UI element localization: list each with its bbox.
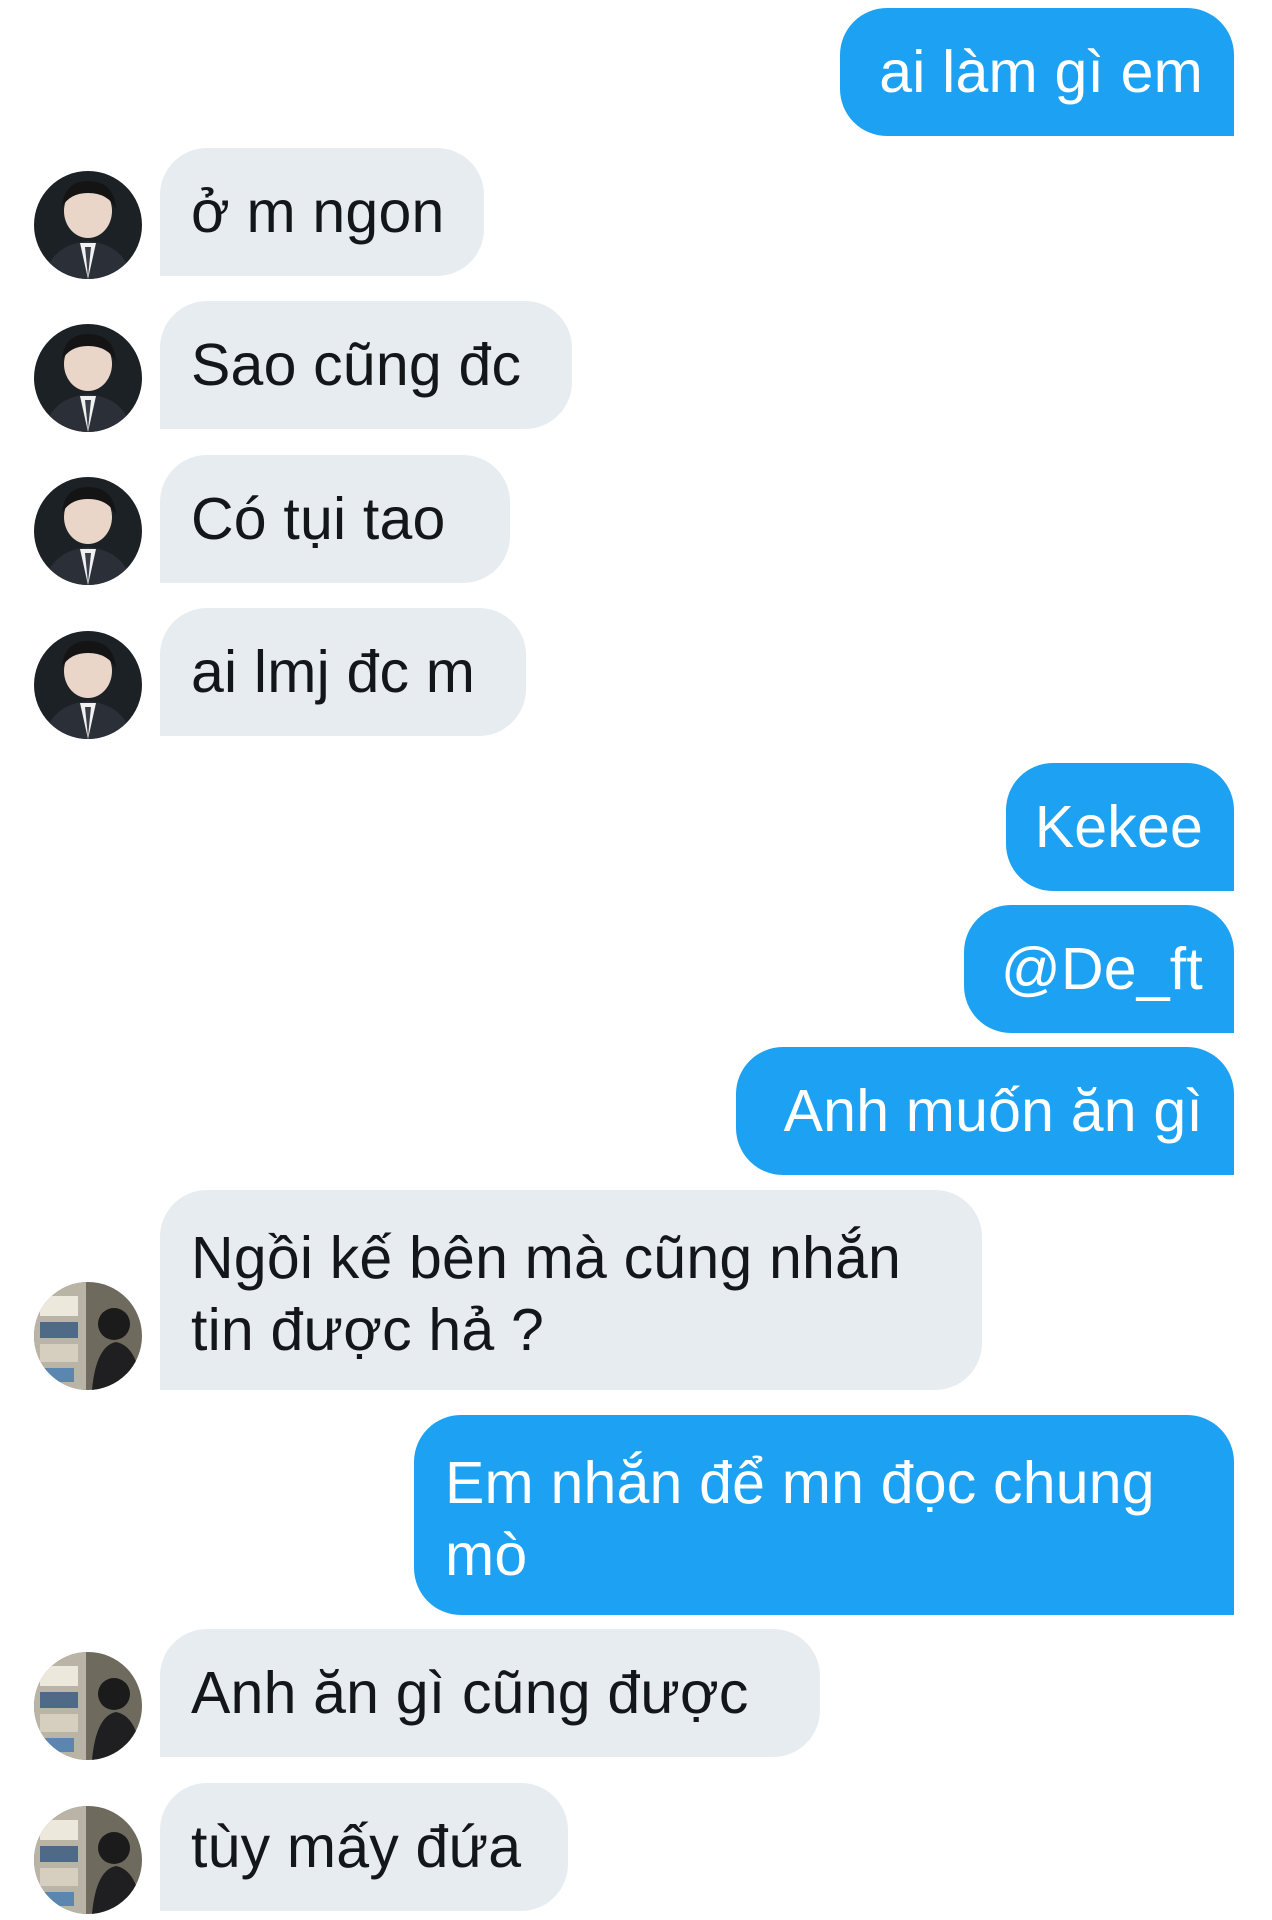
sent-message-bubble[interactable]: Em nhắn để mn đọc chung mò: [414, 1415, 1234, 1615]
sent-message-bubble[interactable]: ai làm gì em: [840, 8, 1234, 136]
message-text: Em nhắn để mn đọc chung mò: [445, 1447, 1155, 1591]
user-a-avatar[interactable]: [34, 631, 142, 739]
message-text: ai lmj đc m: [191, 639, 476, 705]
user-a-avatar[interactable]: [34, 324, 142, 432]
received-message-bubble[interactable]: ở m ngon: [160, 148, 484, 276]
message-text: tùy mấy đứa: [191, 1814, 522, 1880]
message-line: tin được hả ?: [191, 1297, 545, 1363]
message-line: mò: [445, 1522, 528, 1588]
message-text: Có tụi tao: [191, 486, 446, 552]
user-b-avatar[interactable]: [34, 1282, 142, 1390]
message-text: Kekee: [1034, 794, 1203, 860]
sent-message-bubble[interactable]: Kekee: [1006, 763, 1234, 891]
user-b-avatar[interactable]: [34, 1806, 142, 1914]
message-text: Ngồi kế bên mà cũng nhắn tin được hả ?: [191, 1222, 901, 1366]
sent-message-bubble[interactable]: Anh muốn ăn gì: [736, 1047, 1234, 1175]
received-message-bubble[interactable]: Có tụi tao: [160, 455, 510, 583]
message-line: Ngồi kế bên mà cũng nhắn: [191, 1225, 902, 1291]
received-message-bubble[interactable]: Anh ăn gì cũng được: [160, 1629, 820, 1757]
received-message-bubble[interactable]: ai lmj đc m: [160, 608, 526, 736]
received-message-bubble[interactable]: Ngồi kế bên mà cũng nhắn tin được hả ?: [160, 1190, 982, 1390]
received-message-bubble[interactable]: tùy mấy đứa: [160, 1783, 568, 1911]
received-message-bubble[interactable]: Sao cũng đc: [160, 301, 572, 429]
conversation-thread: ai làm gì em ở m ngon Sao cũng đc Có tụi…: [0, 0, 1272, 1920]
message-text: Anh ăn gì cũng được: [191, 1660, 749, 1726]
message-line: Em nhắn để mn đọc chung: [445, 1450, 1155, 1516]
message-text: Anh muốn ăn gì: [783, 1078, 1203, 1144]
message-text: ở m ngon: [191, 179, 445, 245]
message-text: @De_ft: [1000, 936, 1203, 1002]
user-b-avatar[interactable]: [34, 1652, 142, 1760]
user-a-avatar[interactable]: [34, 477, 142, 585]
message-text: Sao cũng đc: [191, 332, 522, 398]
message-text: ai làm gì em: [879, 39, 1203, 105]
sent-message-bubble[interactable]: @De_ft: [964, 905, 1234, 1033]
user-a-avatar[interactable]: [34, 171, 142, 279]
